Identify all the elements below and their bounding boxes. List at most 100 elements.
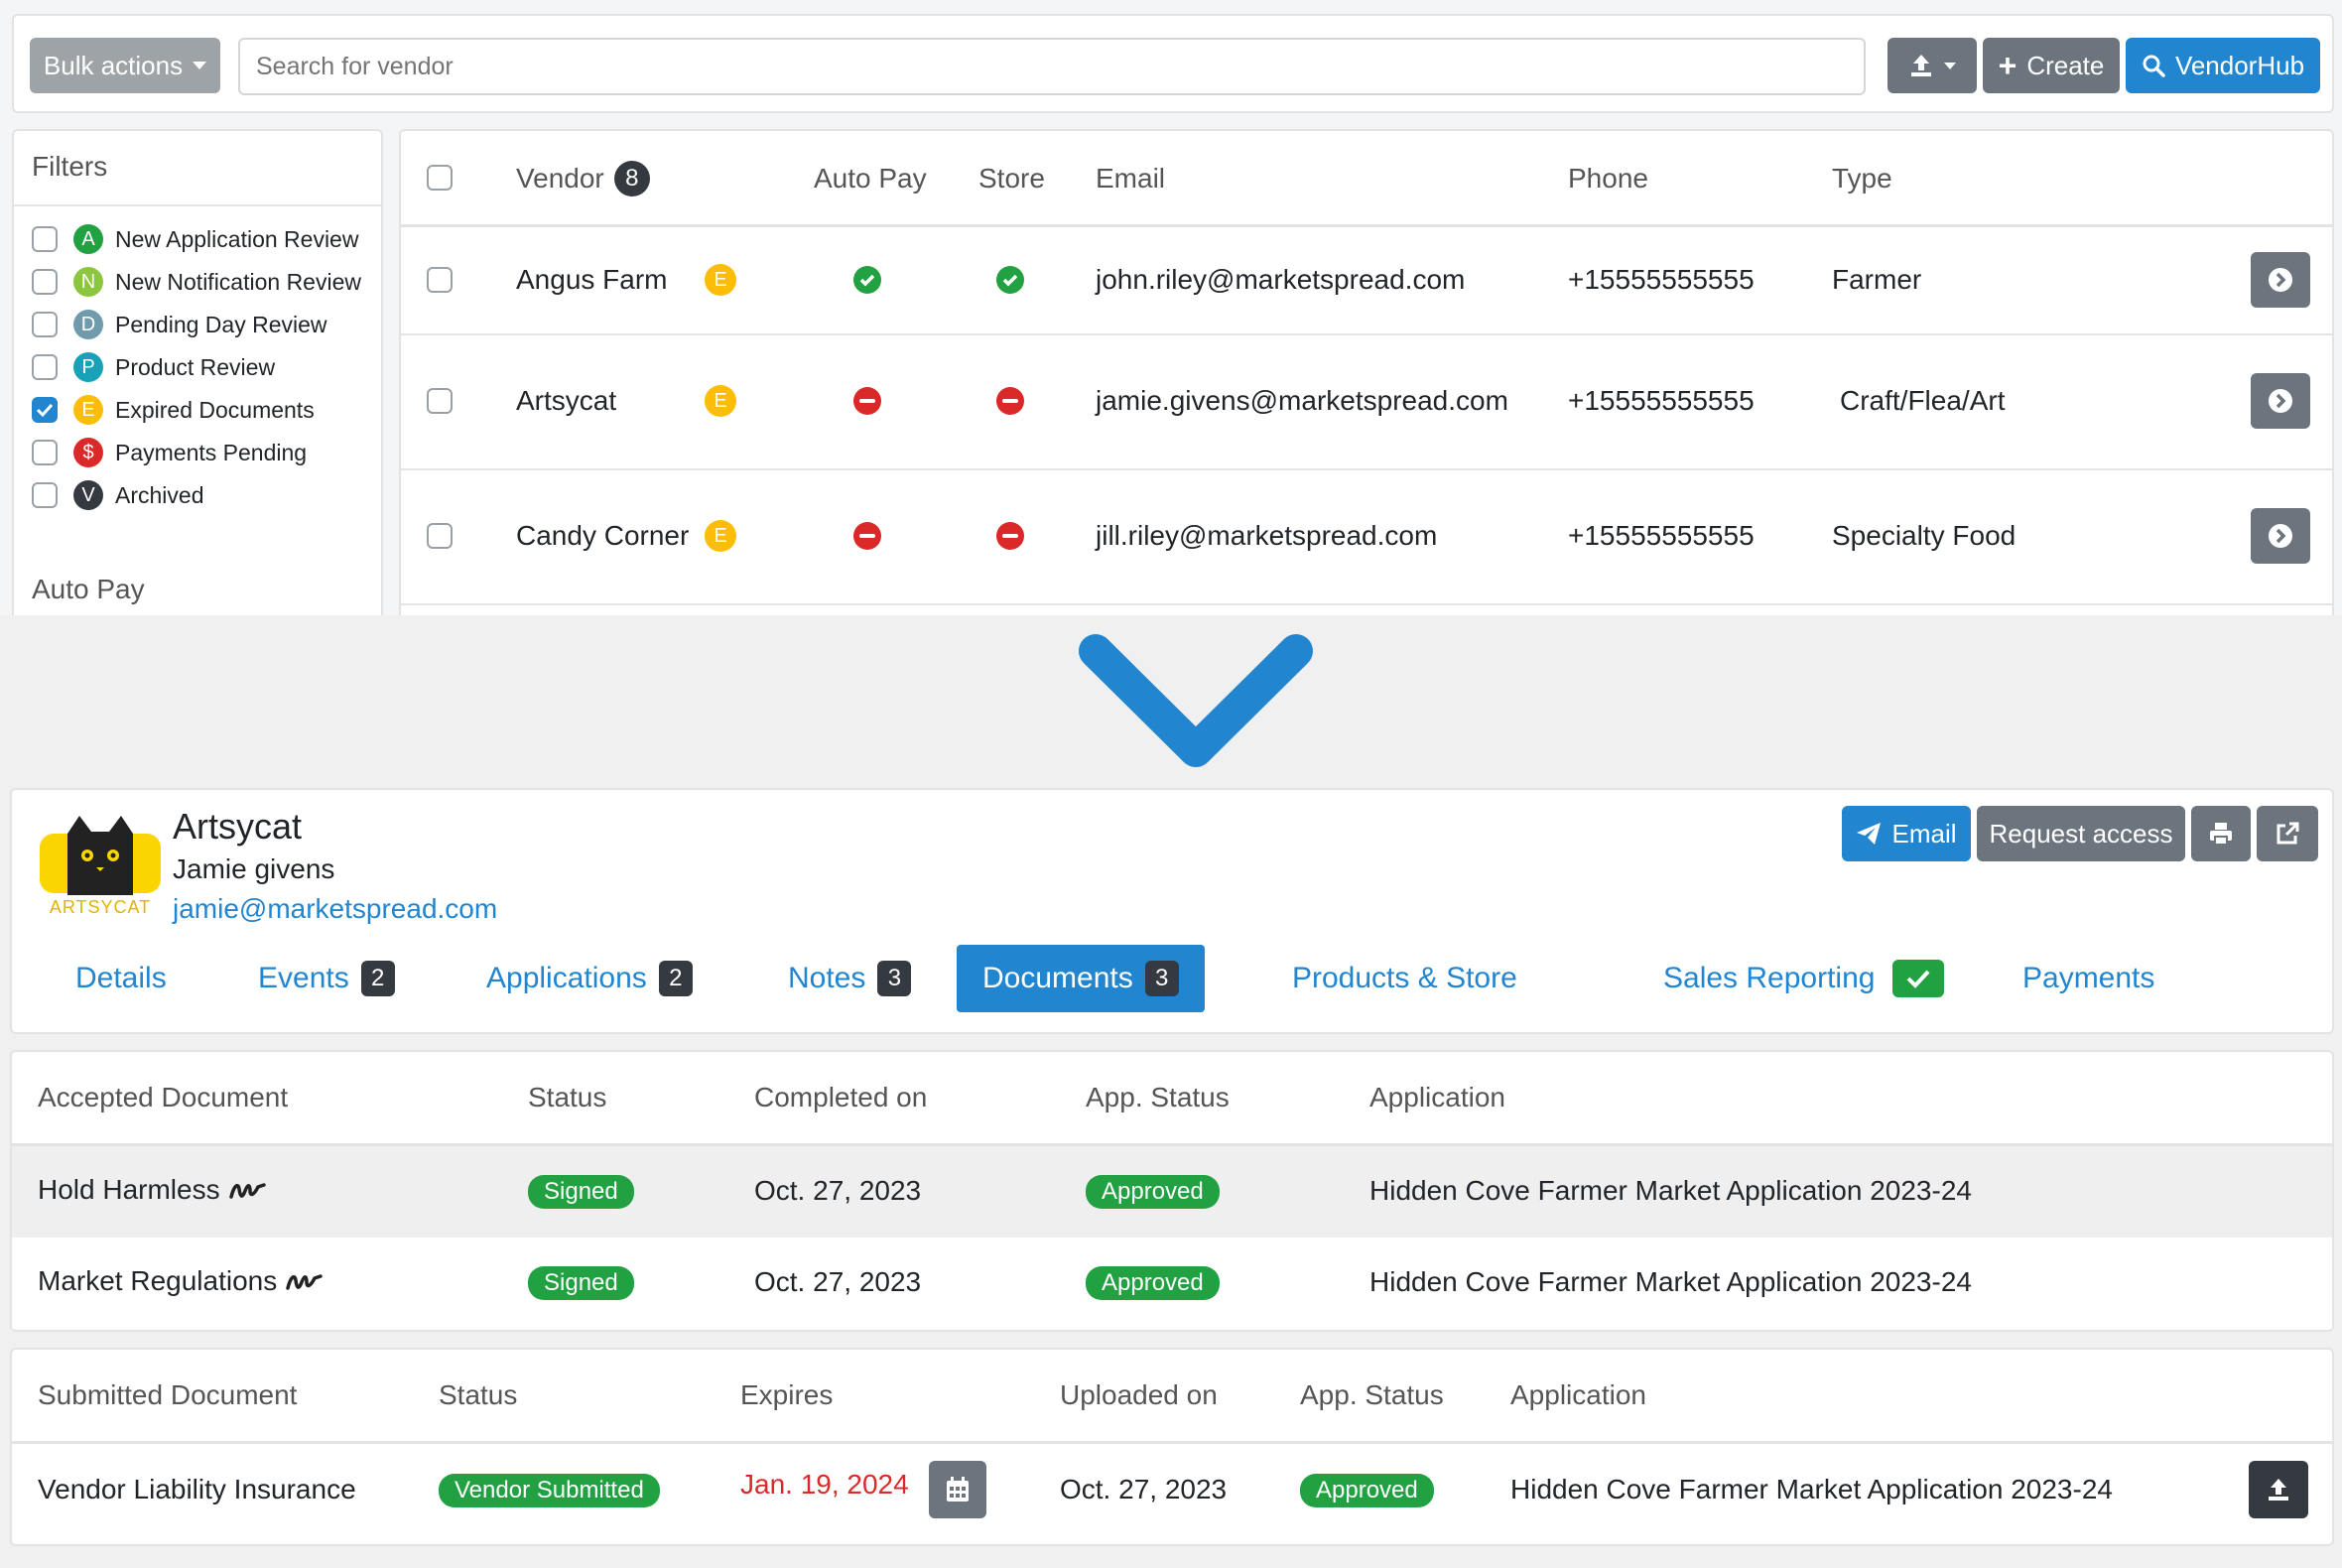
application-link[interactable]: Hidden Cove Farmer Market Application 20… [1510, 1474, 2113, 1505]
tab-notes[interactable]: Notes 3 [788, 957, 912, 1000]
row-checkbox[interactable] [427, 388, 453, 414]
col-application: Application [1369, 1082, 1505, 1112]
vendor-type: Specialty Food [1832, 520, 2017, 551]
filter-label[interactable]: Pending Day Review [115, 312, 327, 338]
status-badge: Signed [528, 1266, 634, 1300]
filter-checkbox[interactable] [32, 440, 58, 465]
vendorhub-button[interactable]: VendorHub [2126, 38, 2320, 93]
filter-label[interactable]: Product Review [115, 354, 275, 381]
filter-checkbox[interactable] [32, 354, 58, 380]
document-name: Market Regulations [38, 1265, 278, 1296]
tab-label: Products & Store [1292, 962, 1517, 994]
app-status-badge: Approved [1086, 1175, 1220, 1209]
completed-date: Oct. 27, 2023 [754, 1266, 922, 1297]
vendor-detail-card: ARTSYCAT Artsycat Jamie givens jamie@mar… [10, 788, 2334, 1034]
col-status: Status [439, 1379, 518, 1410]
caret-down-icon [193, 62, 207, 69]
col-phone: Phone [1568, 163, 1648, 194]
open-vendor-button[interactable] [2251, 252, 2310, 308]
filters-panel: Filters A New Application Review N New Noti… [12, 129, 383, 615]
filter-checkbox[interactable] [32, 397, 58, 423]
tab-label: Details [75, 962, 167, 994]
tab-applications[interactable]: Applications 2 [486, 957, 693, 1000]
col-app-status: App. Status [1300, 1379, 1444, 1410]
filter-checkbox[interactable] [32, 226, 58, 252]
document-name: Hold Harmless [38, 1174, 220, 1205]
tab-label: Payments [2022, 962, 2155, 994]
calendar-button[interactable] [929, 1461, 986, 1518]
expired-badge: E [705, 520, 736, 552]
col-expires: Expires [740, 1379, 834, 1410]
open-external-button[interactable] [2257, 806, 2318, 861]
application-link[interactable]: Hidden Cove Farmer Market Application 20… [1369, 1266, 1972, 1298]
filters-title: Filters [32, 151, 108, 182]
filter-label[interactable]: Expired Documents [115, 397, 315, 424]
vendor-type: Farmer [1832, 264, 1922, 295]
create-button[interactable]: + Create [1983, 38, 2120, 93]
filter-label[interactable]: New Application Review [115, 226, 358, 253]
bulk-actions-button[interactable]: Bulk actions [30, 38, 220, 93]
upload-button[interactable] [2249, 1461, 2308, 1518]
filter-checkbox[interactable] [32, 269, 58, 295]
tab-details[interactable]: Details [75, 957, 167, 1000]
vendor-email: john.riley@marketspread.com [1096, 264, 1466, 295]
open-vendor-button[interactable] [2251, 508, 2310, 564]
tab-count-badge: 3 [1144, 961, 1179, 996]
col-type: Type [1832, 163, 1892, 194]
expired-badge: E [705, 264, 736, 296]
tab-label: Notes [788, 962, 866, 994]
vendor-name-link[interactable]: Artsycat [516, 385, 616, 417]
tab-sales-reporting[interactable]: Sales Reporting [1663, 957, 1945, 1000]
chevron-down-icon [1079, 634, 1313, 767]
tab-documents[interactable]: Documents 3 [957, 945, 1205, 1012]
tab-count-badge: 2 [658, 961, 693, 996]
request-access-button[interactable]: Request access [1977, 806, 2185, 861]
uploaded-date: Oct. 27, 2023 [1060, 1474, 1228, 1504]
divider [14, 204, 381, 206]
vendor-name-link[interactable]: Angus Farm [516, 264, 668, 296]
external-link-icon [2277, 822, 2299, 845]
email-button[interactable]: Email [1842, 806, 1971, 861]
calendar-icon [947, 1477, 969, 1502]
filter-checkbox[interactable] [32, 482, 58, 508]
select-all-checkbox[interactable] [427, 165, 453, 191]
filter-label[interactable]: Payments Pending [115, 440, 307, 466]
filter-badge: E [73, 395, 103, 425]
print-button[interactable] [2191, 806, 2251, 861]
submitted-documents-table: Submitted Document Status Expires Upload… [10, 1348, 2334, 1546]
document-link[interactable]: Market Regulations [38, 1265, 323, 1297]
divider [401, 468, 2332, 470]
divider [401, 603, 2332, 605]
filter-label[interactable]: New Notification Review [115, 269, 361, 296]
signature-icon [228, 1183, 266, 1199]
col-completed: Completed on [754, 1082, 928, 1112]
vendor-search-input[interactable] [238, 38, 1866, 95]
autopay-heading: Auto Pay [32, 574, 145, 604]
col-accepted-document: Accepted Document [38, 1082, 289, 1112]
document-link[interactable]: Hold Harmless [38, 1174, 266, 1206]
status-badge: Vendor Submitted [439, 1474, 660, 1507]
filter-label[interactable]: Archived [115, 482, 203, 509]
tab-payments[interactable]: Payments [2022, 957, 2154, 1000]
export-button[interactable] [1887, 38, 1977, 93]
col-store: Store [978, 163, 1045, 194]
filter-checkbox[interactable] [32, 312, 58, 337]
search-icon [2143, 55, 2165, 77]
vendor-email-link[interactable]: jamie@marketspread.com [173, 893, 497, 925]
tab-label: Applications [486, 962, 647, 994]
row-checkbox[interactable] [427, 267, 453, 293]
col-application: Application [1510, 1379, 1646, 1410]
row-checkbox[interactable] [427, 523, 453, 549]
app-status-badge: Approved [1300, 1474, 1434, 1507]
open-vendor-button[interactable] [2251, 373, 2310, 429]
col-app-status: App. Status [1086, 1082, 1230, 1112]
tab-label: Events [258, 962, 349, 994]
vendor-email: jamie.givens@marketspread.com [1096, 385, 1508, 416]
vendor-name-link[interactable]: Candy Corner [516, 520, 689, 552]
application-link[interactable]: Hidden Cove Farmer Market Application 20… [1369, 1175, 1972, 1207]
tab-events[interactable]: Events 2 [258, 957, 395, 1000]
tab-products-store[interactable]: Products & Store [1292, 957, 1517, 1000]
vendor-contact: Jamie givens [173, 853, 335, 884]
tab-label: Sales Reporting [1663, 962, 1876, 994]
document-link[interactable]: Vendor Liability Insurance [38, 1474, 356, 1505]
